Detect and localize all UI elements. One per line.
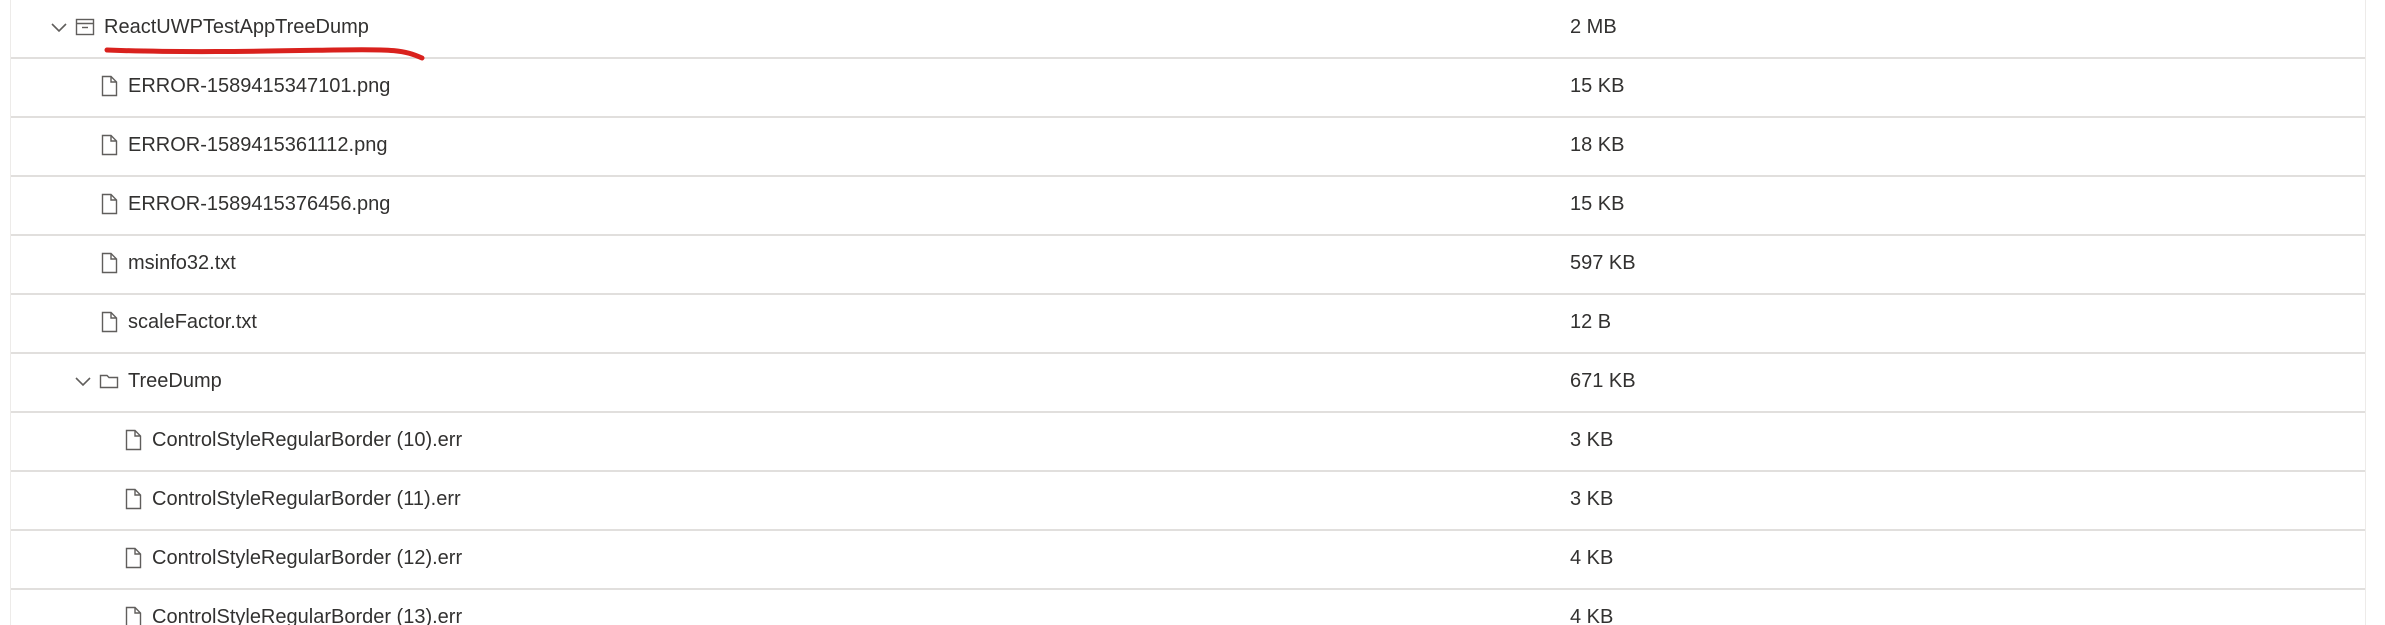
tree-row-file[interactable]: ERROR-1589415376456.png 15 KB bbox=[11, 177, 2365, 236]
folder-icon bbox=[98, 369, 120, 393]
row-size: 2 MB bbox=[1570, 16, 1617, 38]
file-icon bbox=[98, 133, 120, 157]
file-tree-page: ReactUWPTestAppTreeDump 2 MB ERROR-15894… bbox=[0, 0, 2385, 625]
file-icon bbox=[98, 74, 120, 98]
chevron-down-icon[interactable] bbox=[72, 371, 94, 393]
row-size: 15 KB bbox=[1570, 193, 1625, 215]
row-size: 15 KB bbox=[1570, 75, 1625, 97]
row-name[interactable]: TreeDump bbox=[128, 369, 222, 393]
chevron-down-icon[interactable] bbox=[48, 17, 70, 39]
row-name[interactable]: scaleFactor.txt bbox=[128, 310, 257, 334]
tree-row-file[interactable]: ERROR-1589415347101.png 15 KB bbox=[11, 59, 2365, 118]
tree-row-file[interactable]: ControlStyleRegularBorder (10).err 3 KB bbox=[11, 413, 2365, 472]
row-size: 3 KB bbox=[1570, 488, 1614, 510]
row-size: 3 KB bbox=[1570, 429, 1614, 451]
archive-icon bbox=[74, 15, 96, 39]
row-size: 18 KB bbox=[1570, 134, 1625, 156]
row-size: 4 KB bbox=[1570, 606, 1614, 625]
tree-row-file[interactable]: scaleFactor.txt 12 B bbox=[11, 295, 2365, 354]
row-name[interactable]: ReactUWPTestAppTreeDump bbox=[104, 15, 369, 39]
tree-row-file[interactable]: ControlStyleRegularBorder (12).err 4 KB bbox=[11, 531, 2365, 590]
tree-row-archive[interactable]: ReactUWPTestAppTreeDump 2 MB bbox=[11, 0, 2365, 61]
row-size: 597 KB bbox=[1570, 252, 1636, 274]
file-icon bbox=[98, 310, 120, 334]
file-tree: ReactUWPTestAppTreeDump 2 MB ERROR-15894… bbox=[10, 0, 2366, 625]
row-name[interactable]: ControlStyleRegularBorder (12).err bbox=[152, 546, 462, 570]
row-name[interactable]: ControlStyleRegularBorder (11).err bbox=[152, 487, 461, 511]
tree-row-file[interactable]: ControlStyleRegularBorder (11).err 3 KB bbox=[11, 472, 2365, 531]
row-size: 12 B bbox=[1570, 311, 1612, 333]
row-name[interactable]: ERROR-1589415347101.png bbox=[128, 74, 390, 98]
file-icon bbox=[122, 487, 144, 511]
tree-row-folder[interactable]: TreeDump 671 KB bbox=[11, 354, 2365, 413]
file-icon bbox=[122, 605, 144, 625]
tree-row-file[interactable]: msinfo32.txt 597 KB bbox=[11, 236, 2365, 295]
file-icon bbox=[122, 546, 144, 570]
row-name[interactable]: msinfo32.txt bbox=[128, 251, 236, 275]
row-size: 671 KB bbox=[1570, 370, 1636, 392]
row-name[interactable]: ERROR-1589415361112.png bbox=[128, 133, 387, 157]
file-icon bbox=[98, 192, 120, 216]
file-icon bbox=[98, 251, 120, 275]
row-name[interactable]: ControlStyleRegularBorder (10).err bbox=[152, 428, 462, 452]
row-name[interactable]: ERROR-1589415376456.png bbox=[128, 192, 390, 216]
row-name[interactable]: ControlStyleRegularBorder (13).err bbox=[152, 605, 462, 625]
tree-row-file[interactable]: ControlStyleRegularBorder (13).err 4 KB bbox=[11, 590, 2365, 625]
tree-row-file[interactable]: ERROR-1589415361112.png 18 KB bbox=[11, 118, 2365, 177]
file-icon bbox=[122, 428, 144, 452]
row-size: 4 KB bbox=[1570, 547, 1614, 569]
